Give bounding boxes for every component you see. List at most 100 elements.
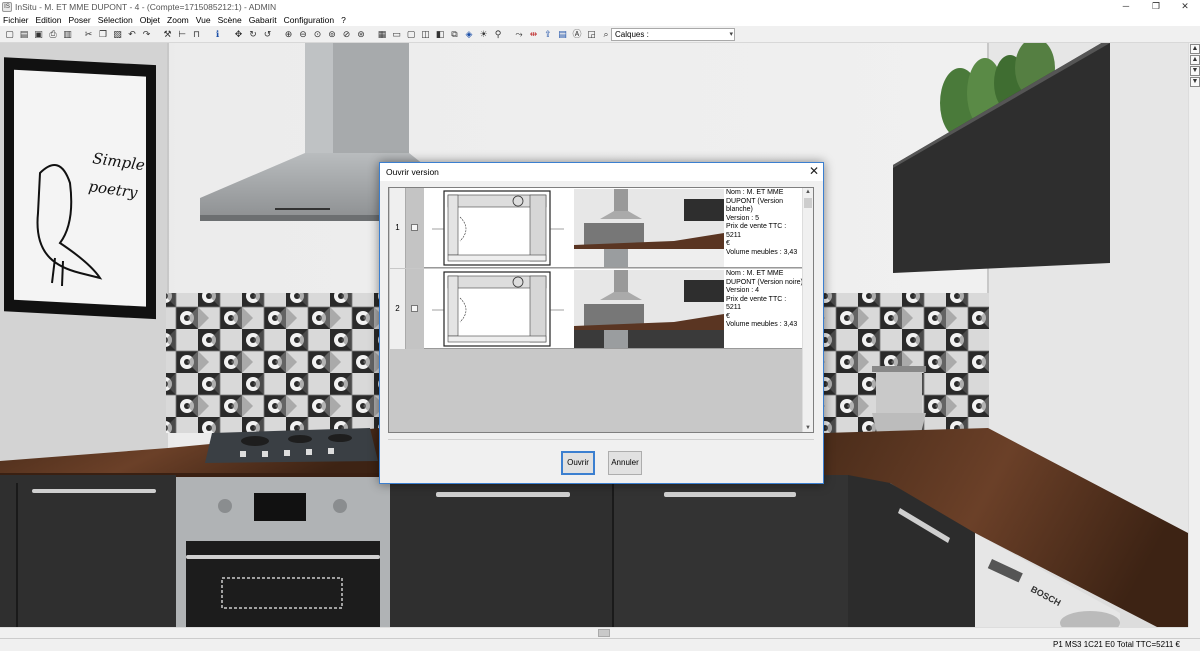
tool-icon[interactable]: ⚒: [161, 28, 174, 41]
open-icon[interactable]: ▤: [18, 28, 31, 41]
paste-icon[interactable]: ▧: [111, 28, 124, 41]
layers-select[interactable]: Calques : ▾: [611, 28, 735, 41]
view-front-icon[interactable]: ▢: [405, 28, 418, 41]
cut-icon[interactable]: ✂: [82, 28, 95, 41]
save-icon[interactable]: ▣: [32, 28, 45, 41]
version-list-scrollbar[interactable]: ▲ ▼: [802, 188, 813, 432]
version-info-line: €: [726, 312, 730, 320]
measure-icon[interactable]: ⊢: [176, 28, 189, 41]
walk-icon[interactable]: ⚲: [492, 28, 505, 41]
menu-help[interactable]: ?: [341, 15, 346, 25]
rotate-icon[interactable]: ↻: [247, 28, 260, 41]
zoom-window-icon[interactable]: ⊙: [311, 28, 324, 41]
close-icon[interactable]: ✕: [809, 164, 819, 178]
version-row[interactable]: 1 Nom : M. ET MME DUPONT (Version blanche)…: [390, 188, 803, 268]
menu-bar: Fichier Edition Poser Sélection Objet Zo…: [0, 13, 1200, 26]
scroll-up-icon[interactable]: ▲: [1190, 44, 1200, 54]
version-number: 2: [390, 269, 406, 349]
dialog-body: 1 Nom : M. ET MME DUPONT (Version blanche)…: [380, 181, 823, 483]
menu-fichier[interactable]: Fichier: [3, 15, 29, 25]
undo-icon[interactable]: ↶: [126, 28, 139, 41]
layers-label: Calques :: [615, 30, 649, 39]
photo-icon[interactable]: ◲: [585, 28, 598, 41]
version-info-line: €: [726, 240, 730, 247]
oven: [176, 477, 390, 627]
menu-poser[interactable]: Poser: [69, 15, 91, 25]
zoom-fit-icon[interactable]: ⊚: [326, 28, 339, 41]
zoom-previous-icon[interactable]: ⊘: [340, 28, 353, 41]
preview-icon[interactable]: ▥: [61, 28, 74, 41]
scroll-thumb[interactable]: [598, 629, 610, 637]
toolbar-separator: [276, 28, 281, 41]
maximize-button[interactable]: ❐: [1141, 0, 1171, 13]
version-list[interactable]: 1 Nom : M. ET MME DUPONT (Version blanche)…: [388, 187, 814, 433]
render-icon[interactable]: ◈: [463, 28, 476, 41]
scroll-down-icon[interactable]: ▼: [1190, 77, 1200, 87]
zoom-in-icon[interactable]: ⊕: [282, 28, 295, 41]
scroll-down-icon[interactable]: ▼: [803, 425, 813, 431]
export-icon[interactable]: ⇪: [542, 28, 555, 41]
window-title: InSitu - M. ET MME DUPONT - 4 - (Compte=…: [15, 1, 277, 12]
toolbar-separator: [76, 28, 81, 41]
toolbar: ▢▤▣⎙▥✂❐▧↶↷⚒⊢⊓ℹ✥↻↺⊕⊖⊙⊚⊘⊛▦▭▢◫◧⧉◈☀⚲⤳⇹⇪▤Ⓐ◲⌕?…: [0, 26, 1200, 43]
text-icon[interactable]: Ⓐ: [571, 28, 584, 41]
wall-icon[interactable]: ⊓: [190, 28, 203, 41]
scroll-up-icon[interactable]: ▲: [1190, 55, 1200, 65]
copy-icon[interactable]: ❐: [97, 28, 110, 41]
version-info: Nom : M. ET MME DUPONT (Version noire) Ver…: [726, 270, 803, 348]
redo-icon[interactable]: ↷: [140, 28, 153, 41]
version-render-thumbnail: [574, 189, 724, 267]
menu-vue[interactable]: Vue: [196, 15, 211, 25]
scroll-thumb[interactable]: [804, 198, 812, 208]
toolbar-separator: [155, 28, 160, 41]
move-icon[interactable]: ✥: [232, 28, 245, 41]
zoom-out-icon[interactable]: ⊖: [297, 28, 310, 41]
open-button[interactable]: Ouvrir: [561, 451, 595, 475]
info-icon[interactable]: ℹ: [211, 28, 224, 41]
light-icon[interactable]: ☀: [477, 28, 490, 41]
version-number: 1: [390, 188, 406, 268]
menu-configuration[interactable]: Configuration: [284, 15, 335, 25]
menu-scene[interactable]: Scène: [218, 15, 242, 25]
version-info-line: Nom : M. ET MME: [726, 270, 784, 277]
version-row[interactable]: 2 Nom : M. ET MME DUPONT (Version noire) V…: [390, 269, 803, 349]
menu-objet[interactable]: Objet: [140, 15, 160, 25]
version-info-line: DUPONT (Version noire): [726, 278, 803, 286]
version-plan-thumbnail: [424, 270, 574, 348]
dialog-title: Ouvrir version: [386, 167, 439, 177]
view-2d-icon[interactable]: ▭: [390, 28, 403, 41]
menu-edition[interactable]: Edition: [36, 15, 62, 25]
plan-view-icon[interactable]: ▦: [376, 28, 389, 41]
menu-zoom[interactable]: Zoom: [167, 15, 189, 25]
view-perspective-icon[interactable]: ◧: [434, 28, 447, 41]
version-plan-thumbnail: [424, 189, 574, 267]
new-icon[interactable]: ▢: [3, 28, 16, 41]
word-icon[interactable]: ▤: [556, 28, 569, 41]
poster: Simple poetry: [4, 57, 156, 320]
dimension-icon[interactable]: ⇹: [527, 28, 540, 41]
close-button[interactable]: ✕: [1170, 0, 1200, 13]
version-info-line: Prix de vente TTC : 5211: [726, 295, 787, 312]
version-checkbox[interactable]: [411, 305, 418, 312]
chevron-down-icon: ▾: [729, 31, 733, 38]
scroll-down-icon[interactable]: ▼: [1190, 66, 1200, 76]
view-3d-icon[interactable]: ◫: [419, 28, 432, 41]
lower-cabinet-middle: [390, 475, 612, 627]
rotate-alt-icon[interactable]: ↺: [261, 28, 274, 41]
version-checkbox[interactable]: [411, 224, 418, 231]
spline-icon[interactable]: ⤳: [513, 28, 526, 41]
menu-gabarit[interactable]: Gabarit: [249, 15, 277, 25]
scroll-up-icon[interactable]: ▲: [803, 189, 813, 195]
viewport-vertical-scrollbar[interactable]: ▲ ▲ ▼ ▼: [1188, 43, 1200, 627]
print-icon[interactable]: ⎙: [47, 28, 60, 41]
toolbar-separator: [205, 28, 210, 41]
camera-icon[interactable]: ⧉: [448, 28, 461, 41]
viewport-horizontal-scrollbar[interactable]: [0, 627, 1188, 638]
lower-cabinet-center: [614, 475, 848, 627]
title-bar: IS InSitu - M. ET MME DUPONT - 4 - (Comp…: [0, 0, 1200, 13]
menu-selection[interactable]: Sélection: [98, 15, 133, 25]
zoom-all-icon[interactable]: ⊛: [355, 28, 368, 41]
version-info-line: Prix de vente TTC : 5211: [726, 223, 787, 239]
cancel-button[interactable]: Annuler: [608, 451, 642, 475]
minimize-button[interactable]: ─: [1111, 0, 1141, 13]
